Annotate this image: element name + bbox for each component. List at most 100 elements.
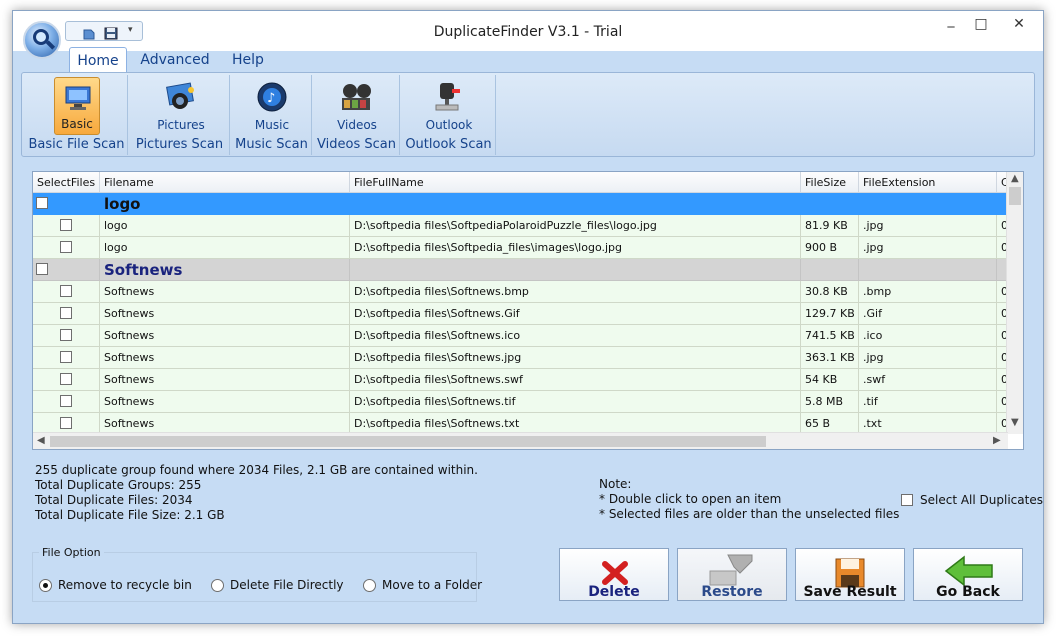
- table-row[interactable]: Softnews D:\softpedia files\Softnews.Gif 1…: [33, 303, 1008, 325]
- minimize-button[interactable]: _: [937, 11, 965, 31]
- row-checkbox[interactable]: [60, 219, 72, 231]
- col-header-filename[interactable]: Filename: [100, 172, 350, 193]
- group-outlook-scan: Outlook Outlook Scan: [402, 75, 496, 155]
- select-all-checkbox-box[interactable]: [901, 494, 913, 506]
- row-checkbox[interactable]: [60, 373, 72, 385]
- radio-dot-recycle-bin[interactable]: [39, 579, 52, 592]
- basic-label: Basic: [61, 117, 93, 131]
- table-row[interactable]: Softnews D:\softpedia files\Softnews.jpg 3…: [33, 347, 1008, 369]
- select-cell: [33, 237, 100, 259]
- scroll-left-icon[interactable]: ◀: [37, 435, 45, 446]
- basic-file-scan-label: Basic File Scan: [28, 137, 125, 152]
- select-cell: [33, 215, 100, 237]
- row-checkbox[interactable]: [60, 241, 72, 253]
- summary-found-text: 255 duplicate group found where 2034 Fil…: [35, 463, 478, 477]
- extension-cell: .bmp: [859, 281, 997, 303]
- filename-cell: Softnews: [100, 325, 350, 347]
- note-box: Note: * Double click to open an item * S…: [599, 477, 899, 522]
- row-checkbox[interactable]: [60, 285, 72, 297]
- table-row[interactable]: Softnews D:\softpedia files\Softnews.swf 5…: [33, 369, 1008, 391]
- radio-dot-delete-directly[interactable]: [211, 579, 224, 592]
- filesize-cell: 30.8 KB: [801, 281, 859, 303]
- music-scan-button[interactable]: ♪ Music: [248, 77, 296, 135]
- window-title: DuplicateFinder V3.1 - Trial: [433, 24, 623, 40]
- music-scan-label: Music Scan: [235, 137, 308, 152]
- restore-label: Restore: [701, 584, 763, 600]
- scan-summary: 255 duplicate group found where 2034 Fil…: [35, 463, 478, 523]
- group-pictures-scan: Pictures Pictures Scan: [130, 75, 230, 155]
- grid-header: SelectFiles Filename FileFullName FileSi…: [33, 172, 1008, 193]
- group-row[interactable]: logo: [33, 193, 1008, 215]
- maximize-button[interactable]: □: [967, 15, 995, 35]
- radio-dot-move-folder[interactable]: [363, 579, 376, 592]
- group-title: logo: [100, 193, 350, 215]
- group-cell-empty: [350, 259, 801, 281]
- filesize-cell: 54 KB: [801, 369, 859, 391]
- fullname-cell: D:\softpedia files\Softnews.tif: [350, 391, 801, 413]
- group-cell-empty: [350, 193, 801, 215]
- computer-icon: [65, 86, 91, 110]
- filename-cell: Softnews: [100, 391, 350, 413]
- app-window: ▾ DuplicateFinder V3.1 - Trial _ □ ✕ Hom…: [12, 10, 1044, 624]
- select-cell: [33, 347, 100, 369]
- extension-cell: .jpg: [859, 215, 997, 237]
- row-checkbox[interactable]: [60, 307, 72, 319]
- horizontal-scroll-thumb[interactable]: [50, 436, 766, 447]
- select-cell: [33, 391, 100, 413]
- group-title: Softnews: [100, 259, 350, 281]
- fullname-cell: D:\softpedia files\Softnews.jpg: [350, 347, 801, 369]
- scroll-up-icon[interactable]: ▲: [1011, 173, 1019, 184]
- row-checkbox[interactable]: [60, 417, 72, 429]
- videos-scan-label: Videos Scan: [317, 137, 396, 152]
- scroll-right-icon[interactable]: ▶: [993, 435, 1001, 446]
- delete-button[interactable]: Delete: [559, 548, 669, 601]
- extension-cell: .ico: [859, 325, 997, 347]
- col-header-filesize[interactable]: FileSize: [801, 172, 859, 193]
- file-option-group: File Option Remove to recycle bin Delete…: [32, 546, 482, 602]
- select-cell: [33, 259, 100, 281]
- col-header-filefullname[interactable]: FileFullName: [350, 172, 801, 193]
- row-checkbox[interactable]: [60, 395, 72, 407]
- tab-advanced[interactable]: Advanced: [137, 47, 213, 73]
- col-header-fileextension[interactable]: FileExtension: [859, 172, 997, 193]
- select-cell: [33, 369, 100, 391]
- duplicates-grid: SelectFiles Filename FileFullName FileSi…: [32, 171, 1024, 450]
- tab-home[interactable]: Home: [69, 47, 127, 73]
- group-checkbox[interactable]: [36, 263, 48, 275]
- go-back-button[interactable]: Go Back: [913, 548, 1023, 601]
- col-header-selectfiles[interactable]: SelectFiles: [33, 172, 100, 193]
- title-bar: ▾ DuplicateFinder V3.1 - Trial _ □ ✕: [13, 11, 1043, 59]
- save-result-label: Save Result: [803, 584, 897, 600]
- basic-scan-button[interactable]: Basic: [54, 77, 100, 135]
- table-row[interactable]: Softnews D:\softpedia files\Softnews.bmp 3…: [33, 281, 1008, 303]
- save-result-button[interactable]: Save Result: [795, 548, 905, 601]
- table-row[interactable]: Softnews D:\softpedia files\Softnews.ico 7…: [33, 325, 1008, 347]
- tab-help[interactable]: Help: [225, 47, 271, 73]
- group-row[interactable]: Softnews: [33, 259, 1008, 281]
- select-all-label: Select All Duplicates: [920, 493, 1043, 507]
- row-checkbox[interactable]: [60, 351, 72, 363]
- videos-scan-button[interactable]: Videos: [332, 77, 382, 135]
- horizontal-scrollbar[interactable]: ◀ ▶: [33, 432, 1008, 449]
- scroll-down-icon[interactable]: ▼: [1011, 417, 1019, 428]
- select-cell: [33, 281, 100, 303]
- table-row[interactable]: logo D:\softpedia files\Softpedia_files\i…: [33, 237, 1008, 259]
- table-row[interactable]: Softnews D:\softpedia files\Softnews.tif 5…: [33, 391, 1008, 413]
- close-button[interactable]: ✕: [1005, 15, 1033, 35]
- select-cell: [33, 325, 100, 347]
- group-cell-empty: [859, 193, 997, 215]
- restore-button[interactable]: Restore: [677, 548, 787, 601]
- group-basic-file-scan: Basic Basic File Scan: [26, 75, 128, 155]
- pictures-scan-button[interactable]: Pictures: [156, 77, 206, 135]
- app-menu-orb-icon[interactable]: [23, 21, 61, 59]
- table-row[interactable]: logo D:\softpedia files\SoftpediaPolaroid…: [33, 215, 1008, 237]
- pictures-icon: [166, 82, 194, 109]
- vertical-scrollbar[interactable]: ▲ ▼: [1006, 172, 1023, 434]
- group-checkbox[interactable]: [36, 197, 48, 209]
- pictures-label: Pictures: [157, 118, 205, 132]
- row-checkbox[interactable]: [60, 329, 72, 341]
- outlook-scan-button[interactable]: Outlook: [424, 77, 474, 135]
- select-cell: [33, 303, 100, 325]
- vertical-scroll-thumb[interactable]: [1009, 187, 1021, 205]
- note-line-2: * Selected files are older than the unse…: [599, 507, 900, 521]
